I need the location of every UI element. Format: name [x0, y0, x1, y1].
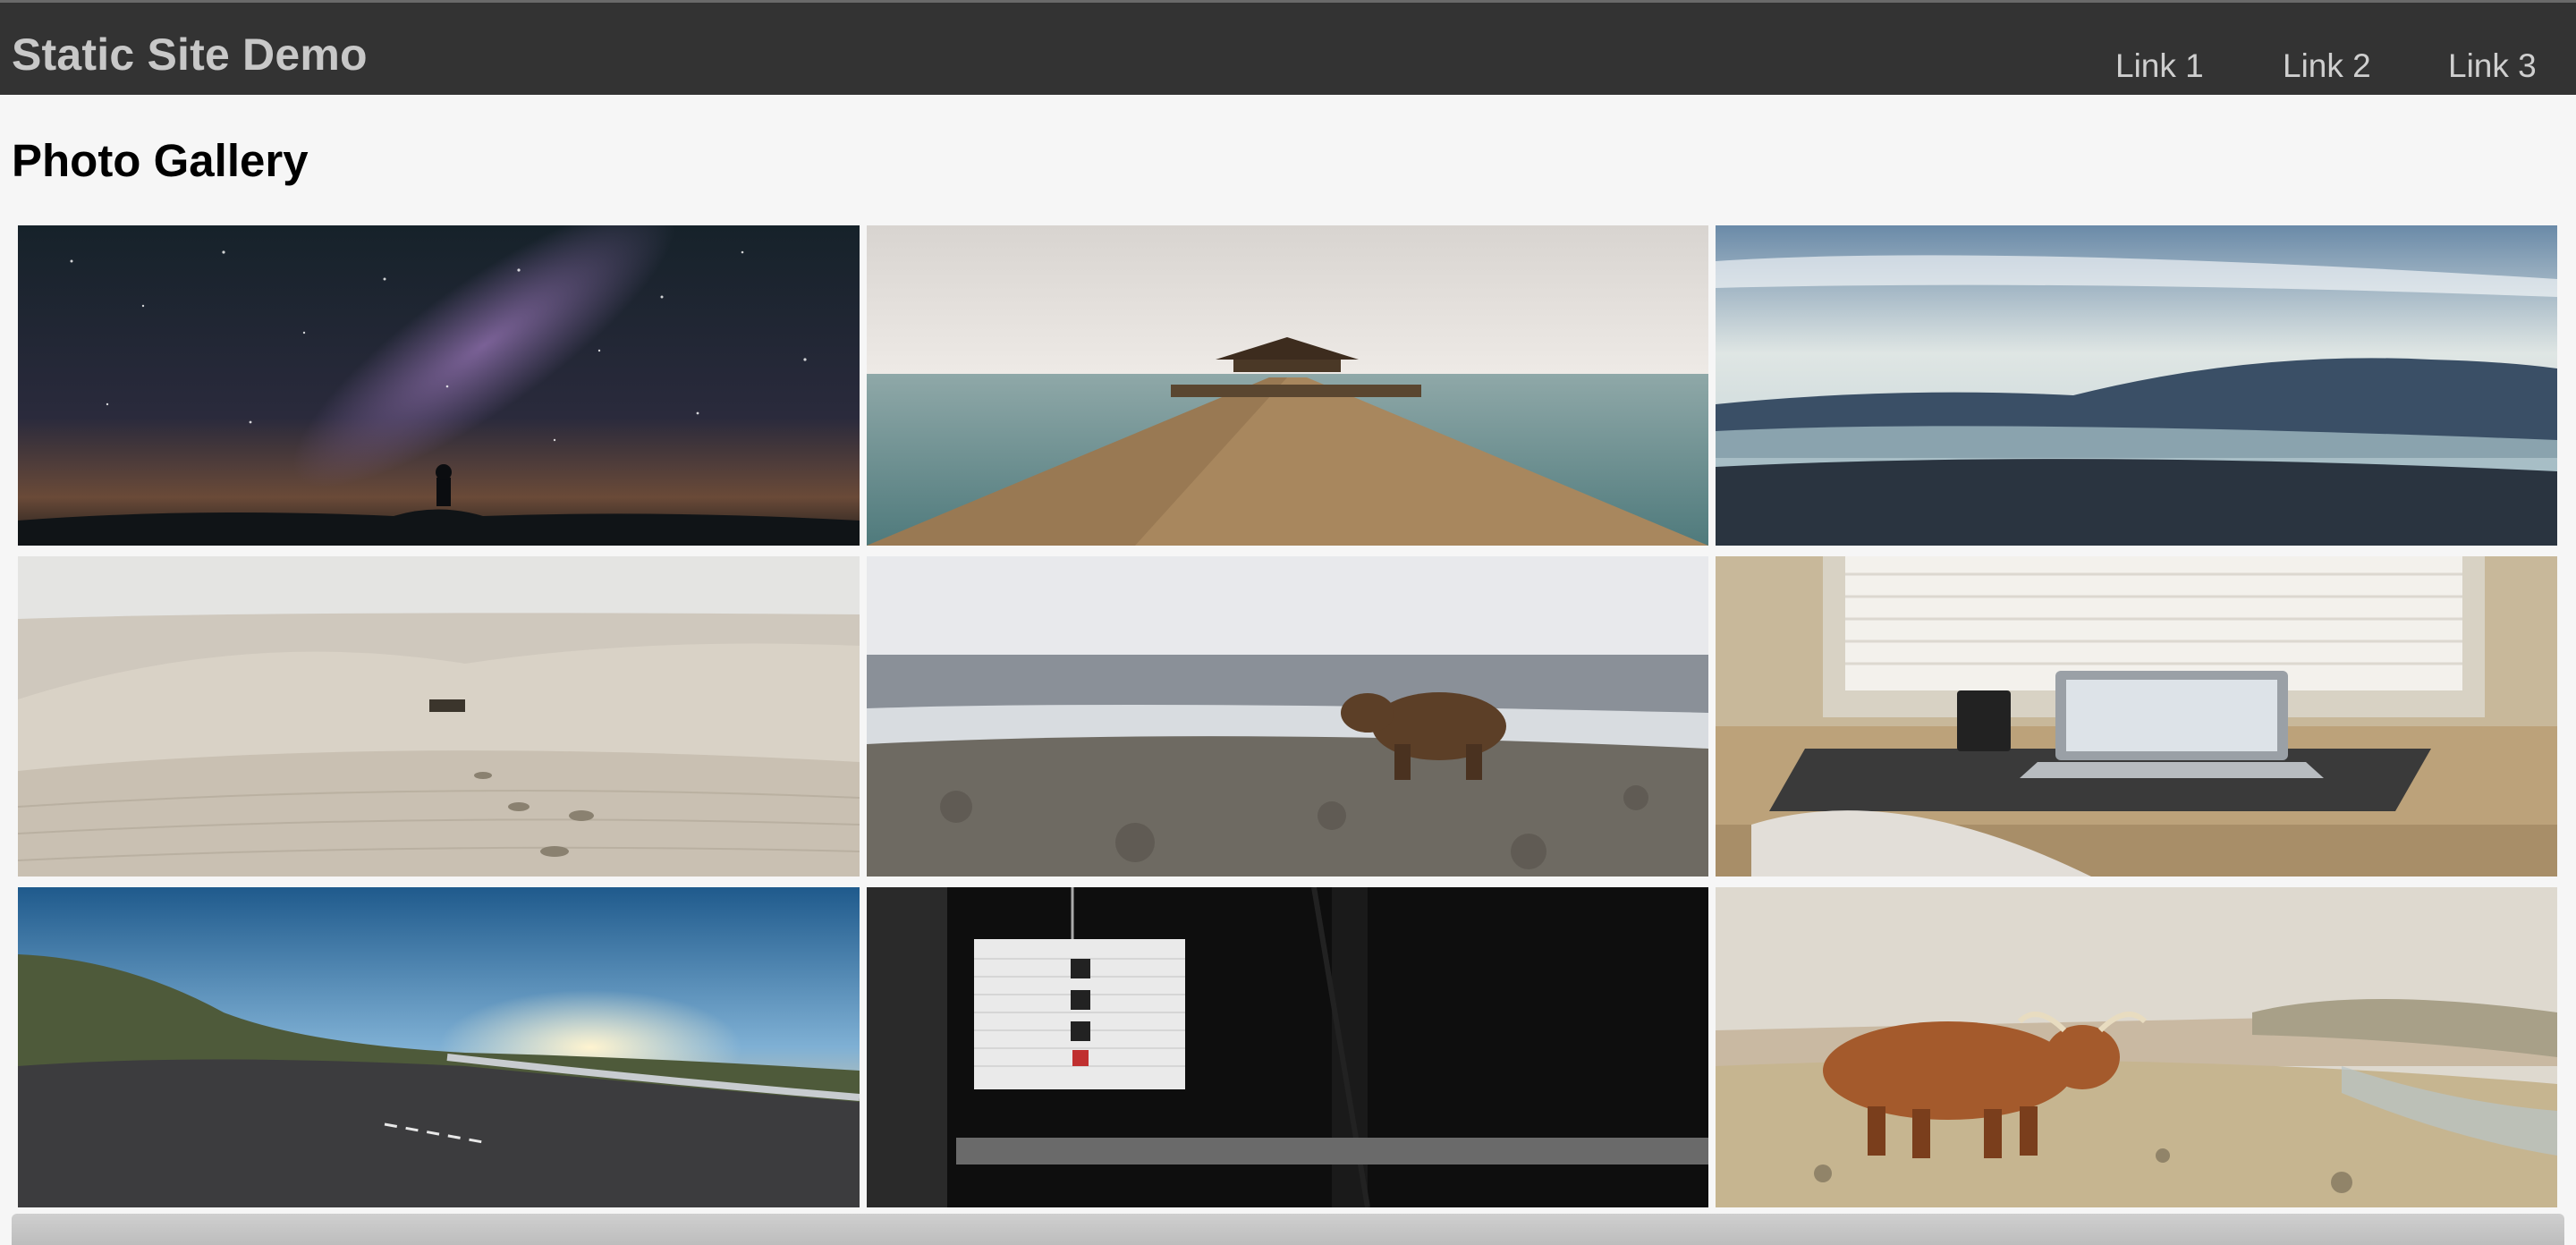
gallery-photo-pier[interactable] — [867, 225, 1708, 546]
bear-image — [867, 556, 1708, 877]
mountain-valley-image — [1716, 225, 2557, 546]
gallery-photo-desert[interactable] — [18, 556, 860, 877]
gallery-photo-mountain-valley[interactable] — [1716, 225, 2557, 546]
site-brand[interactable]: Static Site Demo — [12, 32, 368, 77]
nav-link-3[interactable]: Link 3 — [2448, 49, 2537, 82]
gallery-photo-bear[interactable] — [867, 556, 1708, 877]
gallery-photo-lantern[interactable] — [867, 887, 1708, 1207]
top-navbar: Static Site Demo Link 1 Link 2 Link 3 — [0, 0, 2576, 95]
nav-link-1[interactable]: Link 1 — [2115, 49, 2204, 82]
laptop-desk-image — [1716, 556, 2557, 877]
desert-dunes-image — [18, 556, 860, 877]
nav-link-2[interactable]: Link 2 — [2283, 49, 2371, 82]
gallery-photo-coastal-road[interactable] — [18, 887, 860, 1207]
gallery-photo-highland-cow[interactable] — [1716, 887, 2557, 1207]
page-title: Photo Gallery — [12, 135, 309, 186]
gallery-photo-laptop-desk[interactable] — [1716, 556, 2557, 877]
coastal-road-image — [18, 887, 860, 1207]
lantern-image — [867, 887, 1708, 1207]
highland-cow-image — [1716, 887, 2557, 1207]
horizontal-scrollbar[interactable] — [12, 1214, 2564, 1245]
gallery-photo-milky-way[interactable] — [18, 225, 860, 546]
pier-image — [867, 225, 1708, 546]
milky-way-image — [18, 225, 860, 546]
